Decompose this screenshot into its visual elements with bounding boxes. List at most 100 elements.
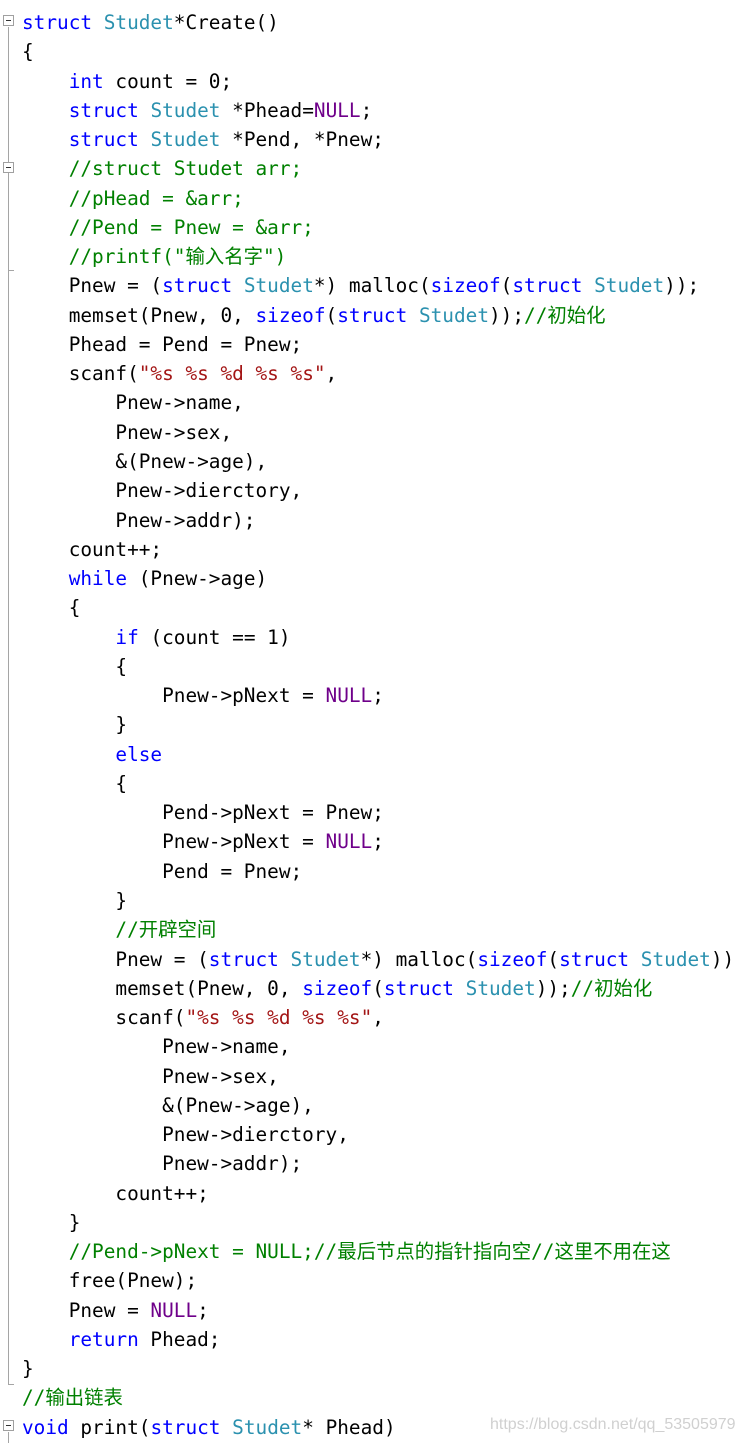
- code-line[interactable]: Pnew->sex,: [22, 418, 744, 447]
- code-line[interactable]: Pend = Pnew;: [22, 857, 744, 886]
- code-line[interactable]: //pHead = &arr;: [22, 184, 744, 213]
- code-line[interactable]: free(Pnew);: [22, 1266, 744, 1295]
- code-token: memset(Pnew, 0,: [22, 976, 303, 1000]
- code-line[interactable]: struct Studet *Pend, *Pnew;: [22, 125, 744, 154]
- code-token: {: [22, 771, 128, 795]
- code-line[interactable]: //struct Studet arr;: [22, 154, 744, 183]
- code-token: ,: [325, 362, 338, 386]
- code-line[interactable]: }: [22, 1208, 744, 1237]
- code-token: free(Pnew);: [22, 1269, 198, 1293]
- code-line[interactable]: {: [22, 652, 744, 681]
- fold-guide-end: [8, 1384, 14, 1385]
- code-token: Pnew->pNext =: [22, 830, 326, 854]
- code-editor[interactable]: struct Studet*Create(){ int count = 0; s…: [0, 0, 744, 1443]
- code-line[interactable]: while (Pnew->age): [22, 564, 744, 593]
- code-line[interactable]: memset(Pnew, 0, sizeof(struct Studet));/…: [22, 301, 744, 330]
- code-line[interactable]: memset(Pnew, 0, sizeof(struct Studet));/…: [22, 974, 744, 1003]
- code-token: ;: [372, 830, 384, 854]
- code-line[interactable]: return Phead;: [22, 1325, 744, 1354]
- code-line[interactable]: Pnew->name,: [22, 388, 744, 417]
- code-line[interactable]: Pnew = NULL;: [22, 1296, 744, 1325]
- code-line[interactable]: }: [22, 710, 744, 739]
- type-token: Studet: [594, 274, 665, 298]
- code-line[interactable]: &(Pnew->age),: [22, 1091, 744, 1120]
- keyword-token: struct: [337, 303, 408, 327]
- type-token: Studet: [150, 128, 221, 152]
- string-token: "%s %s %d %s %s": [138, 362, 326, 386]
- code-line[interactable]: if (count == 1): [22, 623, 744, 652]
- code-line[interactable]: Pnew->addr);: [22, 506, 744, 535]
- code-token: (Pnew->age): [127, 567, 268, 591]
- code-line[interactable]: {: [22, 37, 744, 66]
- code-line[interactable]: Pnew->dierctory,: [22, 476, 744, 505]
- keyword-token: while: [68, 567, 128, 591]
- code-token: Pnew->pNext =: [22, 684, 326, 708]
- code-token: * Phead): [302, 1415, 396, 1439]
- type-token: Studet: [640, 947, 711, 971]
- code-line[interactable]: Pnew = (struct Studet*) malloc(sizeof(st…: [22, 271, 744, 300]
- keyword-token: sizeof: [302, 976, 373, 1000]
- code-line[interactable]: Pnew->name,: [22, 1032, 744, 1061]
- code-line[interactable]: {: [22, 769, 744, 798]
- keyword-token: int: [68, 69, 104, 93]
- comment-token: //struct Studet arr;: [22, 157, 303, 181]
- code-line[interactable]: count++;: [22, 535, 744, 564]
- code-line[interactable]: scanf("%s %s %d %s %s",: [22, 359, 744, 388]
- code-token: Pnew->dierctory,: [22, 1123, 349, 1147]
- code-line[interactable]: //Pend->pNext = NULL;//最后节点的指针指向空//这里不用在…: [22, 1237, 744, 1266]
- code-line[interactable]: struct Studet *Phead=NULL;: [22, 96, 744, 125]
- code-line[interactable]: Pnew = (struct Studet*) malloc(sizeof(st…: [22, 945, 744, 974]
- code-line[interactable]: }: [22, 886, 744, 915]
- collapse-icon[interactable]: [3, 162, 14, 173]
- comment-token: //pHead = &arr;: [22, 186, 244, 210]
- code-line[interactable]: Pnew->addr);: [22, 1149, 744, 1178]
- code-token: Pnew->dierctory,: [22, 479, 303, 503]
- code-line[interactable]: &(Pnew->age),: [22, 447, 744, 476]
- code-token: }: [22, 1210, 81, 1234]
- collapse-icon[interactable]: [3, 15, 14, 26]
- keyword-token: sizeof: [255, 303, 326, 327]
- fold-guide-end: [8, 270, 14, 271]
- code-line[interactable]: }: [22, 1354, 744, 1383]
- code-line[interactable]: //输出链表: [22, 1383, 744, 1412]
- code-line[interactable]: Pnew->pNext = NULL;: [22, 681, 744, 710]
- code-token: count = 0;: [103, 69, 233, 93]
- code-line[interactable]: //printf("输入名字"): [22, 242, 744, 271]
- keyword-token: struct: [68, 98, 139, 122]
- code-line[interactable]: Pnew->pNext = NULL;: [22, 827, 744, 856]
- code-token: (: [500, 274, 513, 298]
- code-line[interactable]: Phead = Pend = Pnew;: [22, 330, 744, 359]
- code-token: scanf(: [22, 1006, 186, 1030]
- type-token: Studet: [150, 98, 221, 122]
- code-area[interactable]: struct Studet*Create(){ int count = 0; s…: [22, 8, 744, 1442]
- comment-token: //Pend = Pnew = &arr;: [22, 215, 314, 239]
- code-line[interactable]: Pnew->dierctory,: [22, 1120, 744, 1149]
- type-token: Studet: [290, 947, 361, 971]
- comment-token: //开辟空间: [22, 918, 217, 942]
- code-line[interactable]: int count = 0;: [22, 67, 744, 96]
- keyword-token: void: [22, 1415, 69, 1439]
- collapse-icon[interactable]: [3, 1420, 14, 1431]
- code-line[interactable]: scanf("%s %s %d %s %s",: [22, 1003, 744, 1032]
- keyword-token: struct: [383, 976, 454, 1000]
- code-token: ,: [372, 1006, 384, 1030]
- code-line[interactable]: else: [22, 740, 744, 769]
- code-line[interactable]: Pend->pNext = Pnew;: [22, 798, 744, 827]
- code-line[interactable]: //开辟空间: [22, 915, 744, 944]
- keyword-token: struct: [208, 947, 279, 971]
- code-token: ;: [197, 1298, 209, 1322]
- code-token: count++;: [22, 1181, 209, 1205]
- code-token: Pnew = (: [22, 274, 163, 298]
- code-line[interactable]: Pnew->sex,: [22, 1062, 744, 1091]
- code-line[interactable]: //Pend = Pnew = &arr;: [22, 213, 744, 242]
- code-line[interactable]: {: [22, 593, 744, 622]
- fold-gutter: [0, 0, 20, 1443]
- code-line[interactable]: struct Studet*Create(): [22, 8, 744, 37]
- code-line[interactable]: count++;: [22, 1179, 744, 1208]
